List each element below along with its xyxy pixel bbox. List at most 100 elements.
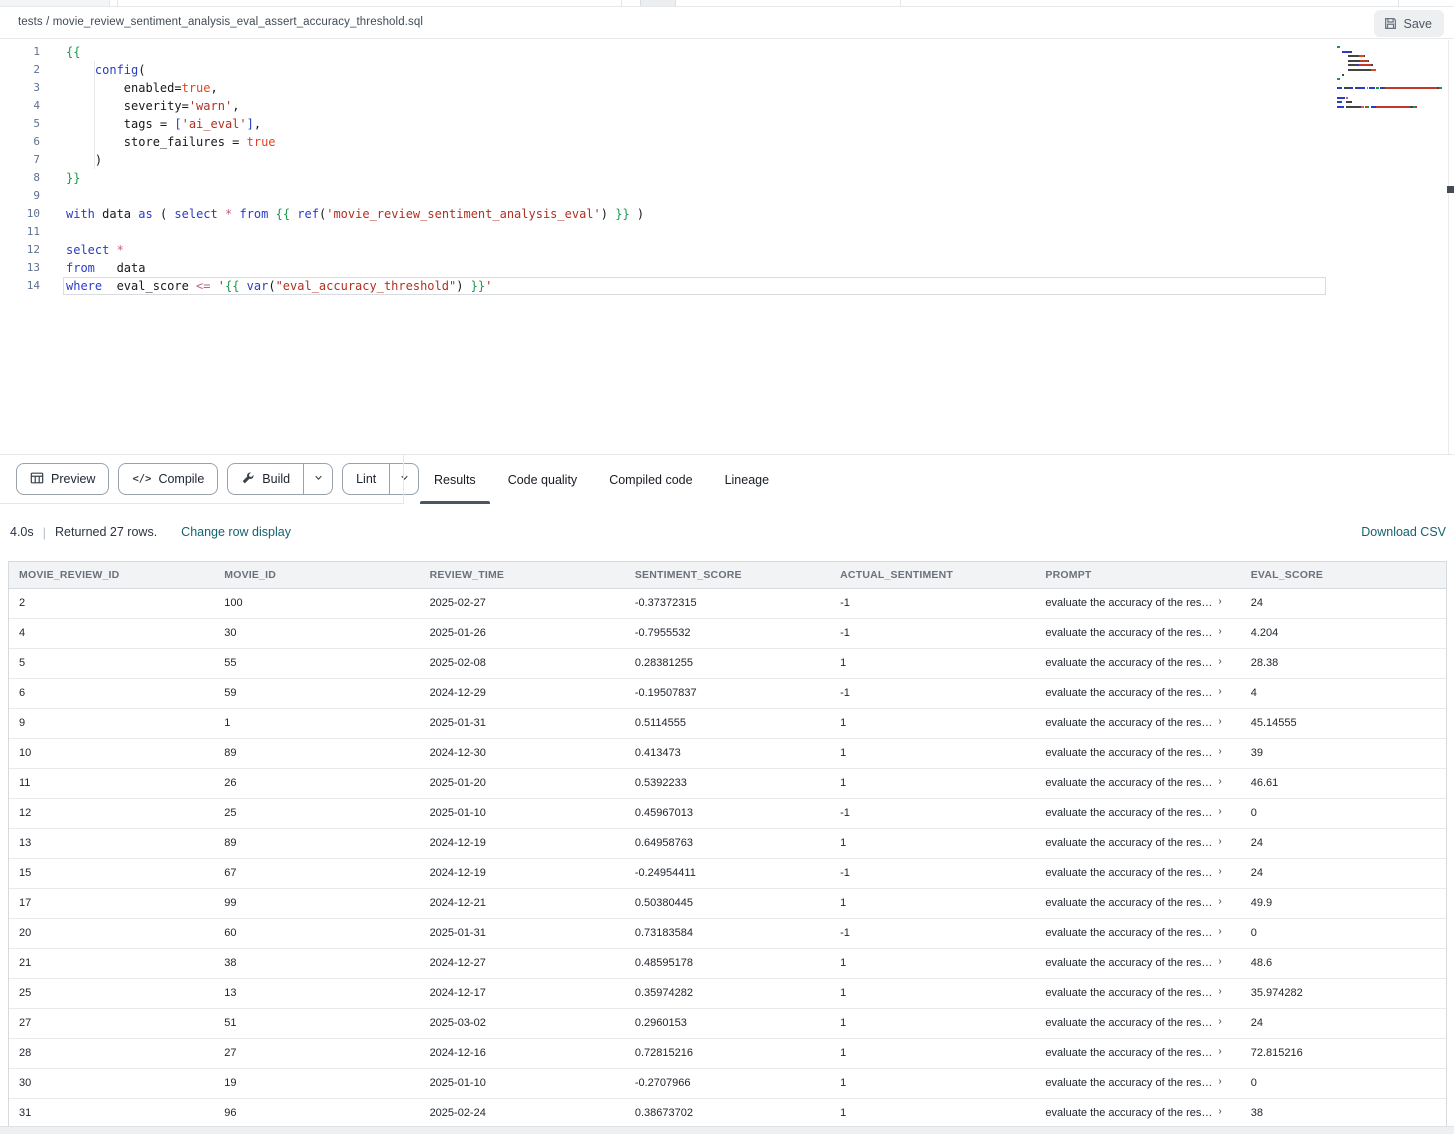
expand-prompt-icon[interactable]: › [1218, 1009, 1221, 1036]
build-button[interactable]: Build [227, 463, 333, 495]
expand-prompt-icon[interactable]: › [1218, 1069, 1221, 1096]
top-tab-fragment [640, 0, 676, 6]
code-line[interactable]: 1{{ [0, 43, 1334, 61]
expand-prompt-icon[interactable]: › [1218, 649, 1221, 676]
minimap[interactable] [1337, 46, 1443, 136]
expand-prompt-icon[interactable]: › [1218, 859, 1221, 886]
cell: 5 [9, 649, 214, 678]
prompt-text: evaluate the accuracy of the res… [1045, 1107, 1215, 1119]
download-csv-link[interactable]: Download CSV [1361, 525, 1446, 539]
expand-prompt-icon[interactable]: › [1218, 829, 1221, 856]
expand-prompt-icon[interactable]: › [1218, 619, 1221, 646]
expand-prompt-icon[interactable]: › [1218, 739, 1221, 766]
cell-prompt: evaluate the accuracy of the res… › [1035, 829, 1240, 858]
editor-scrollbar-thumb[interactable] [1447, 186, 1454, 193]
code-line[interactable]: 12select * [0, 241, 1334, 259]
cell: 21 [9, 949, 214, 978]
cell: 13 [9, 829, 214, 858]
line-number: 7 [0, 151, 40, 169]
expand-prompt-icon[interactable]: › [1218, 589, 1221, 616]
breadcrumb[interactable]: tests / movie_review_sentiment_analysis_… [18, 7, 423, 38]
minimap-line [1337, 106, 1443, 108]
cell-prompt: evaluate the accuracy of the res… › [1035, 769, 1240, 798]
line-number: 13 [0, 259, 40, 277]
cell: -1 [830, 859, 1035, 888]
build-dropdown-toggle[interactable] [303, 464, 332, 494]
minimap-line [1337, 87, 1443, 89]
code-line[interactable]: 9 [0, 187, 1334, 205]
expand-prompt-icon[interactable]: › [1218, 709, 1221, 736]
code-line[interactable]: 8}} [0, 169, 1334, 187]
save-button[interactable]: Save [1374, 10, 1445, 37]
cell: 0 [1241, 919, 1446, 948]
cell-prompt: evaluate the accuracy of the res… › [1035, 1099, 1240, 1126]
cell-prompt: evaluate the accuracy of the res… › [1035, 1039, 1240, 1068]
cell: 24 [1241, 1009, 1446, 1038]
code-line[interactable]: 3 enabled=true, [0, 79, 1334, 97]
code-line[interactable]: 5 tags = ['ai_eval'], [0, 115, 1334, 133]
table-header-row: MOVIE_REVIEW_IDMOVIE_IDREVIEW_TIMESENTIM… [9, 562, 1446, 589]
code-line[interactable]: 6 store_failures = true [0, 133, 1334, 151]
cell: -0.2707966 [625, 1069, 830, 1098]
cell: 2 [9, 589, 214, 618]
cell-prompt: evaluate the accuracy of the res… › [1035, 709, 1240, 738]
expand-prompt-icon[interactable]: › [1218, 1039, 1221, 1066]
cell: 0.38673702 [625, 1099, 830, 1126]
expand-prompt-icon[interactable]: › [1218, 889, 1221, 916]
cell: 1 [830, 829, 1035, 858]
cell: 2024-12-17 [420, 979, 625, 1008]
cell: -0.24954411 [625, 859, 830, 888]
rows-returned-text: Returned 27 rows. [55, 525, 157, 539]
cell: 35.974282 [1241, 979, 1446, 1008]
table-row: 11262025-01-200.53922331evaluate the acc… [9, 769, 1446, 799]
cell: 2025-03-02 [420, 1009, 625, 1038]
prompt-text: evaluate the accuracy of the res… [1045, 747, 1215, 759]
cell: 59 [214, 679, 419, 708]
tab-compiled-code[interactable]: Compiled code [593, 455, 708, 504]
cell: 0.28381255 [625, 649, 830, 678]
code-area[interactable]: 1{{2 config(3 enabled=true,4 severity='w… [0, 43, 1334, 295]
table-row: 4302025-01-26-0.7955532-1evaluate the ac… [9, 619, 1446, 649]
expand-prompt-icon[interactable]: › [1218, 769, 1221, 796]
cell-prompt: evaluate the accuracy of the res… › [1035, 1069, 1240, 1098]
tab-label: Compiled code [609, 473, 692, 487]
expand-prompt-icon[interactable]: › [1218, 919, 1221, 946]
lint-button[interactable]: Lint [342, 463, 419, 495]
minimap-line [1337, 51, 1443, 53]
expand-prompt-icon[interactable]: › [1218, 799, 1221, 826]
tab-lineage[interactable]: Lineage [709, 455, 786, 504]
prompt-text: evaluate the accuracy of the res… [1045, 1017, 1215, 1029]
cell: 0.5114555 [625, 709, 830, 738]
tab-results[interactable]: Results [418, 455, 492, 504]
cell: 2024-12-21 [420, 889, 625, 918]
change-row-display-link[interactable]: Change row display [181, 525, 291, 539]
table-body: 21002025-02-27-0.37372315-1evaluate the … [9, 589, 1446, 1126]
code-line[interactable]: 13from data [0, 259, 1334, 277]
expand-prompt-icon[interactable]: › [1218, 949, 1221, 976]
code-line[interactable]: 7 ) [0, 151, 1334, 169]
preview-button[interactable]: Preview [16, 463, 109, 495]
column-header-sentiment_score: SENTIMENT_SCORE [625, 562, 830, 588]
expand-prompt-icon[interactable]: › [1218, 1099, 1221, 1126]
prompt-text: evaluate the accuracy of the res… [1045, 687, 1215, 699]
expand-prompt-icon[interactable]: › [1218, 679, 1221, 706]
minimap-line [1337, 60, 1443, 62]
cell: 20 [9, 919, 214, 948]
expand-prompt-icon[interactable]: › [1218, 979, 1221, 1006]
tab-code-quality[interactable]: Code quality [492, 455, 594, 504]
cell: 1 [830, 709, 1035, 738]
cell: 26 [214, 769, 419, 798]
horizontal-scrollbar-track[interactable] [0, 1126, 1454, 1134]
cell: 60 [214, 919, 419, 948]
cell: 1 [830, 949, 1035, 978]
cell: 0.48595178 [625, 949, 830, 978]
breadcrumb-folder[interactable]: tests [18, 16, 43, 28]
cell: 0 [1241, 1069, 1446, 1098]
sql-editor[interactable]: 1{{2 config(3 enabled=true,4 severity='w… [0, 40, 1454, 455]
code-line[interactable]: 10with data as ( select * from {{ ref('m… [0, 205, 1334, 223]
compile-button[interactable]: </> Compile [118, 463, 218, 495]
code-line[interactable]: 11 [0, 223, 1334, 241]
code-line[interactable]: 2 config( [0, 61, 1334, 79]
code-line[interactable]: 4 severity='warn', [0, 97, 1334, 115]
code-line[interactable]: 14where eval_score <= '{{ var("eval_accu… [0, 277, 1334, 295]
